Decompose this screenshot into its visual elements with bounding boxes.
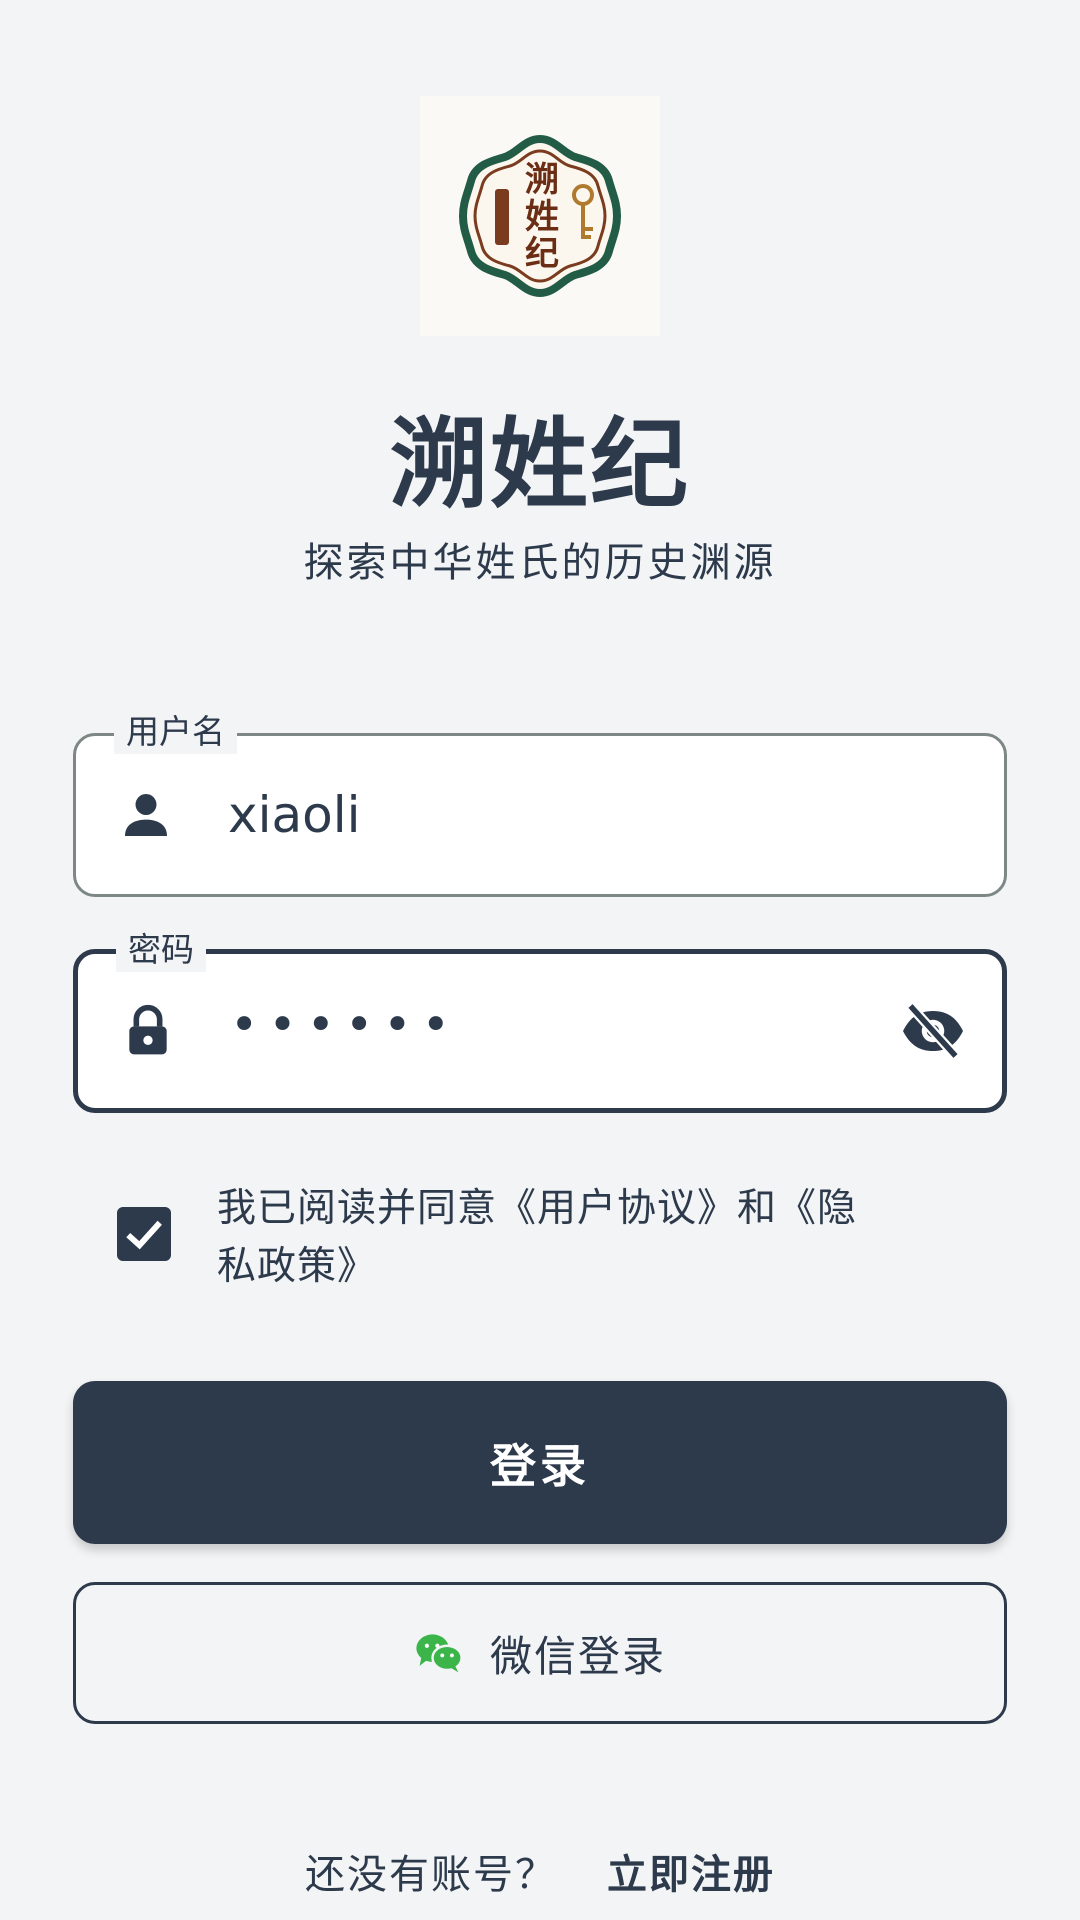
- lock-icon: [129, 1004, 167, 1055]
- username-label: 用户名: [114, 710, 237, 754]
- username-input[interactable]: xiaoli: [228, 786, 361, 844]
- logo-char-3: 纪: [525, 234, 559, 274]
- logo-char-2: 姓: [525, 197, 559, 237]
- app-title: 溯姓纪: [389, 408, 690, 522]
- password-input[interactable]: ••••••: [230, 997, 460, 1053]
- logo-emblem: 溯 姓 纪: [458, 134, 622, 298]
- footer: 还没有账号？ 立即注册: [0, 1842, 1080, 1900]
- username-field[interactable]: 用户名 xiaoli: [73, 710, 1007, 897]
- password-label: 密码: [116, 928, 206, 972]
- eye-off-icon[interactable]: [898, 1001, 968, 1061]
- register-link[interactable]: 立即注册: [607, 1852, 775, 1898]
- app-logo: 溯 姓 纪: [420, 96, 660, 336]
- check-icon: [126, 1220, 162, 1250]
- password-field[interactable]: 密码 ••••••: [73, 928, 1007, 1113]
- app-subtitle: 探索中华姓氏的历史渊源: [303, 540, 777, 586]
- wechat-login-button[interactable]: 微信登录: [73, 1582, 1007, 1724]
- login-button[interactable]: 登录: [73, 1381, 1007, 1544]
- logo-char-1: 溯: [525, 160, 559, 200]
- person-icon: [125, 794, 167, 836]
- agreement-text[interactable]: 我已阅读并同意《用户协议》和《隐私政策》: [217, 1180, 877, 1296]
- agreement-checkbox[interactable]: [117, 1207, 171, 1261]
- wechat-login-label: 微信登录: [489, 1631, 666, 1681]
- wechat-icon: [416, 1634, 463, 1673]
- footer-prompt: 还没有账号？: [305, 1852, 557, 1898]
